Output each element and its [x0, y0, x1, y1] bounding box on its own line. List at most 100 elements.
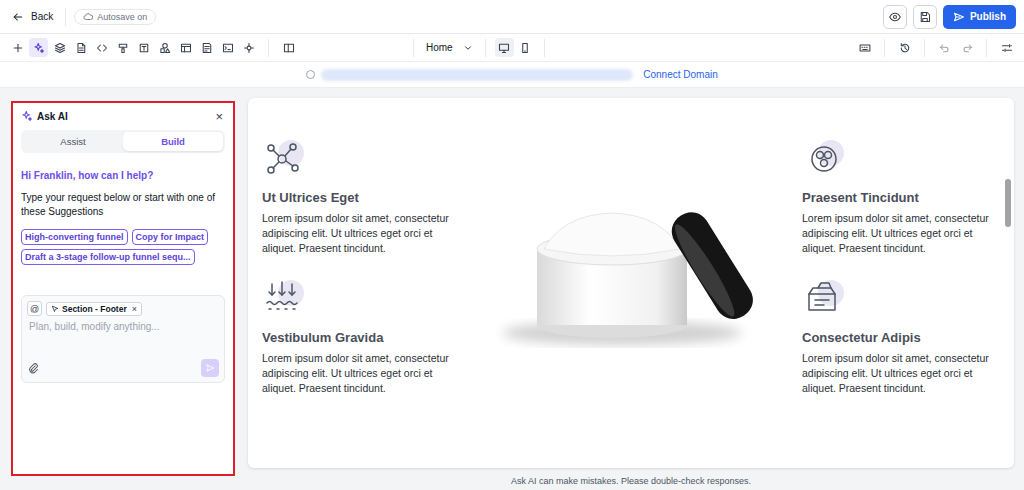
tool-button[interactable]: [197, 38, 216, 57]
canvas: Ut Ultrices Eget Lorem ipsum dolor sit am…: [248, 98, 1014, 468]
close-button[interactable]: ×: [213, 110, 225, 123]
feature-title: Ut Ultrices Eget: [262, 190, 462, 205]
mode-tab[interactable]: Build: [123, 132, 223, 151]
network-icon: [262, 138, 306, 178]
remove-context-button[interactable]: ×: [130, 304, 137, 314]
scrollbar-thumb[interactable]: [1005, 179, 1011, 227]
mode-tabs: AssistBuild: [21, 130, 225, 153]
canvas-area: Ut Ultrices Eget Lorem ipsum dolor sit am…: [248, 98, 1014, 490]
mobile-icon: [519, 42, 531, 54]
cursor-icon: [51, 305, 59, 313]
disclaimer: Ask AI can make mistakes. Please double-…: [248, 476, 1014, 486]
ai-panel-header: Ask AI×: [21, 109, 225, 123]
cream-jar-icon: [482, 167, 782, 367]
workspace: Ask AI× AssistBuild Hi Franklin, how can I…: [0, 88, 1024, 490]
divider: [986, 39, 987, 57]
suggestion-list: High-converting funnelCopy for Impact Dra…: [21, 229, 225, 265]
back-button[interactable]: Back: [8, 9, 57, 25]
save-button[interactable]: [913, 5, 937, 29]
autosave-status: Autosave on: [74, 9, 156, 25]
feature-item: Praesent Tincidunt Lorem ipsum dolor sit …: [802, 138, 1002, 256]
top-bar: Back Autosave on Publish: [0, 0, 1024, 34]
feature-text: Lorem ipsum dolor sit amet, consectetur …: [262, 211, 462, 256]
suggestion-chip[interactable]: Copy for Impact: [132, 229, 209, 245]
feature-item: Vestibulum Gravida Lorem ipsum dolor sit …: [262, 278, 462, 396]
toolbar: Home: [0, 34, 1024, 62]
divider: [544, 39, 545, 57]
suggestion-chip[interactable]: High-converting funnel: [21, 229, 128, 245]
feature-title: Praesent Tincidunt: [802, 190, 1002, 205]
tool-button[interactable]: [92, 38, 111, 57]
drops-icon: [262, 278, 306, 318]
tool-button[interactable]: [71, 38, 90, 57]
preview-button[interactable]: [883, 5, 907, 29]
mention-button[interactable]: @: [27, 301, 42, 316]
chevron-down-icon: [463, 43, 473, 53]
history-button[interactable]: [895, 38, 914, 57]
feature-text: Lorem ipsum dolor sit amet, consectetur …: [802, 211, 1002, 256]
tool-button[interactable]: [8, 38, 27, 57]
tool-button[interactable]: [239, 38, 258, 57]
send-button[interactable]: [201, 359, 219, 377]
send-icon: [953, 11, 965, 23]
shapes-icon: [159, 42, 171, 54]
save-icon: [919, 11, 931, 23]
device-button[interactable]: [516, 38, 535, 57]
integrations-icon: [243, 42, 255, 54]
arrow-left-icon: [12, 11, 24, 23]
connect-domain-link[interactable]: Connect Domain: [643, 69, 717, 80]
undo-icon: [939, 42, 951, 54]
layers-icon: [54, 42, 66, 54]
eye-icon: [889, 11, 901, 23]
desktop-icon: [498, 42, 510, 54]
composer-actions: [27, 359, 219, 377]
feature-title: Vestibulum Gravida: [262, 330, 462, 345]
greeting: Hi Franklin, how can I help?: [21, 170, 225, 181]
plus-icon: [12, 42, 24, 54]
intro-text: Type your request below or start with on…: [21, 191, 225, 219]
tool-button[interactable]: [29, 38, 48, 57]
layout-icon: [180, 42, 192, 54]
feature-item: Ut Ultrices Eget Lorem ipsum dolor sit am…: [262, 138, 462, 256]
tool-button[interactable]: [113, 38, 132, 57]
mode-tab[interactable]: Assist: [23, 132, 123, 151]
tool-button[interactable]: [134, 38, 153, 57]
capsules-icon: [802, 138, 846, 178]
tool-button[interactable]: [155, 38, 174, 57]
tool-button[interactable]: [176, 38, 195, 57]
tool-button[interactable]: [50, 38, 69, 57]
publish-button[interactable]: Publish: [943, 5, 1016, 29]
tool-group: [8, 38, 405, 57]
undo-button[interactable]: [935, 38, 954, 57]
settings-button[interactable]: [997, 38, 1016, 57]
ai-panel-frame: Ask AI× AssistBuild Hi Franklin, how can I…: [11, 101, 235, 476]
device-button[interactable]: [495, 38, 514, 57]
divider: [413, 39, 414, 57]
divider: [65, 8, 66, 26]
divider: [924, 39, 925, 57]
paperclip-icon: [27, 362, 39, 374]
tool-button[interactable]: [218, 38, 237, 57]
attach-button[interactable]: [27, 362, 39, 374]
send-arrow-icon: [205, 363, 215, 373]
prompt-input[interactable]: [27, 321, 219, 359]
redo-button[interactable]: [957, 38, 976, 57]
page-group: Home: [405, 38, 553, 57]
shortcuts-button[interactable]: [855, 38, 874, 57]
page-builder: Back Autosave on Publish Home Connect Domain…: [0, 0, 1024, 490]
ai-panel: Ask AI× AssistBuild Hi Franklin, how can I…: [13, 103, 233, 474]
redo-icon: [961, 42, 973, 54]
address-bar: Connect Domain: [0, 62, 1024, 88]
features-section[interactable]: Ut Ultrices Eget Lorem ipsum dolor sit am…: [248, 98, 1014, 396]
sparkle-icon: [33, 42, 45, 54]
suggestion-chip[interactable]: Draft a 3-stage follow-up funnel sequ...: [21, 249, 195, 265]
page-select[interactable]: Home: [422, 40, 477, 55]
brush-icon: [117, 42, 129, 54]
context-chip: Section - Footer×: [46, 302, 142, 316]
panel-toggle-button[interactable]: [279, 38, 298, 57]
status-dot: [306, 70, 315, 79]
history-icon: [899, 42, 911, 54]
prompt-composer: @ Section - Footer×: [21, 295, 225, 383]
feature-text: Lorem ipsum dolor sit amet, consectetur …: [262, 351, 462, 396]
divider: [485, 39, 486, 57]
